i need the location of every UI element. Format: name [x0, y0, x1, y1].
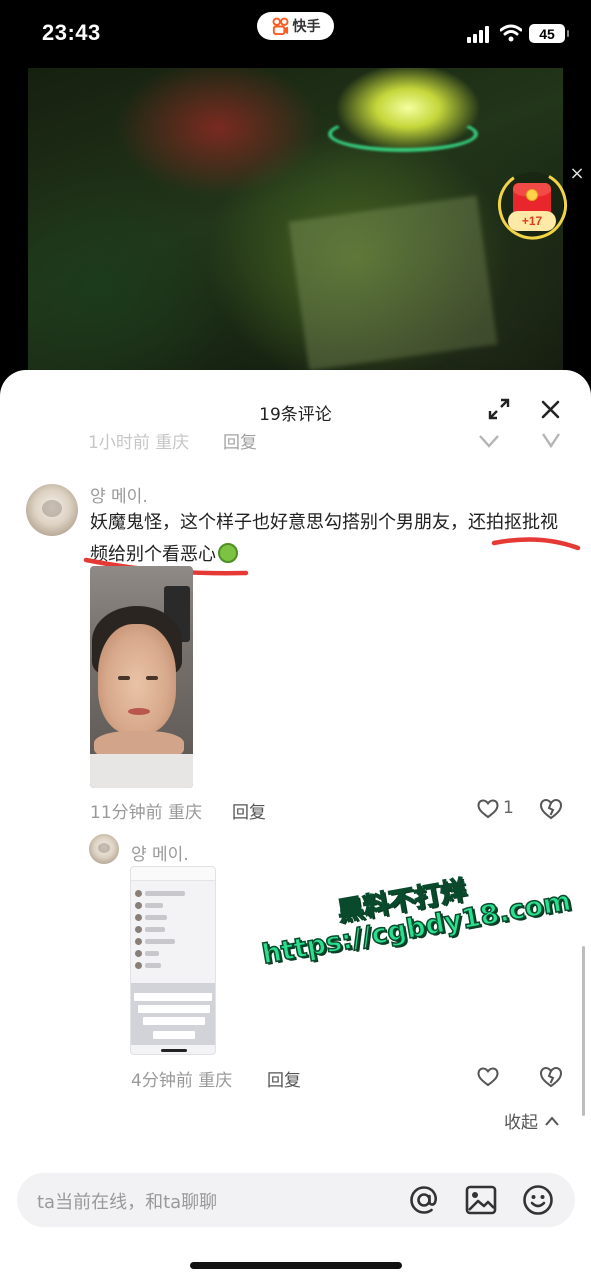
- red-annotation-underline: [83, 537, 581, 576]
- video-player[interactable]: [28, 68, 563, 370]
- screenshot-row: [135, 901, 195, 909]
- reply-avatar[interactable]: [89, 834, 119, 864]
- screenshot-header: [131, 867, 215, 881]
- at-icon[interactable]: [408, 1184, 440, 1216]
- comment-meta: 11分钟前 重庆: [90, 803, 203, 823]
- screenshot-row: [135, 937, 195, 945]
- broken-heart-icon[interactable]: [539, 1066, 563, 1088]
- battery-level: 45: [539, 25, 555, 42]
- image-icon[interactable]: [465, 1185, 497, 1215]
- video-shading: [28, 68, 563, 370]
- comment-photo[interactable]: [90, 566, 193, 788]
- reply-button[interactable]: 回复: [232, 798, 266, 823]
- chevron-up-icon: [545, 1115, 559, 1126]
- reply-meta: 4分钟前 重庆: [131, 1071, 233, 1091]
- status-bar: 23:43 快手 45: [0, 0, 591, 68]
- home-indicator[interactable]: [190, 1262, 402, 1269]
- like-count: 1: [503, 798, 514, 818]
- photo-face: [98, 624, 176, 734]
- reply-screenshot[interactable]: [130, 866, 216, 1055]
- heart-icon[interactable]: [477, 1067, 499, 1087]
- screenshot-row: [135, 889, 195, 897]
- heart-icon[interactable]: [477, 799, 499, 819]
- photo-eye: [146, 676, 158, 680]
- reward-badge: +17: [508, 211, 556, 231]
- app-indicator-pill[interactable]: 快手: [257, 12, 334, 40]
- reply-button[interactable]: 回复: [267, 1066, 301, 1091]
- screenshot-row: [135, 913, 195, 921]
- close-icon[interactable]: ×: [568, 164, 586, 184]
- red-packet-widget[interactable]: +17: [496, 167, 569, 243]
- scrollbar[interactable]: [582, 946, 585, 1116]
- app-name: 快手: [292, 19, 321, 35]
- comment-input[interactable]: ta当前在线，和ta聊聊: [17, 1173, 575, 1227]
- screenshot-row: [135, 925, 195, 933]
- comment-sheet: 19条评论 1小时前 重庆 回复 양 메이. 妖魔鬼怪，这个样子也好意思勾搭别个…: [0, 370, 591, 1280]
- collapse-replies-button[interactable]: 收起: [504, 1108, 560, 1133]
- photo-shirt: [90, 754, 193, 788]
- screenshot-home-bar: [161, 1049, 187, 1052]
- reply-username[interactable]: 양 메이.: [131, 840, 189, 865]
- wifi-icon: [500, 24, 522, 42]
- input-placeholder: ta当前在线，和ta聊聊: [37, 1192, 218, 1213]
- collapse-label: 收起: [504, 1113, 538, 1133]
- kuaishou-logo-icon: [272, 17, 288, 35]
- emoji-icon[interactable]: [522, 1184, 554, 1216]
- photo-eye: [118, 676, 130, 680]
- screenshot-keyboard: [131, 983, 215, 1045]
- screenshot-row: [135, 961, 195, 969]
- red-packet-seal: [526, 189, 538, 201]
- status-time: 23:43: [42, 20, 101, 45]
- battery-icon: 45: [529, 24, 569, 43]
- broken-heart-icon[interactable]: [539, 798, 563, 820]
- signal-icon: [467, 26, 489, 43]
- screenshot-row: [135, 949, 195, 957]
- photo-mouth: [128, 708, 150, 715]
